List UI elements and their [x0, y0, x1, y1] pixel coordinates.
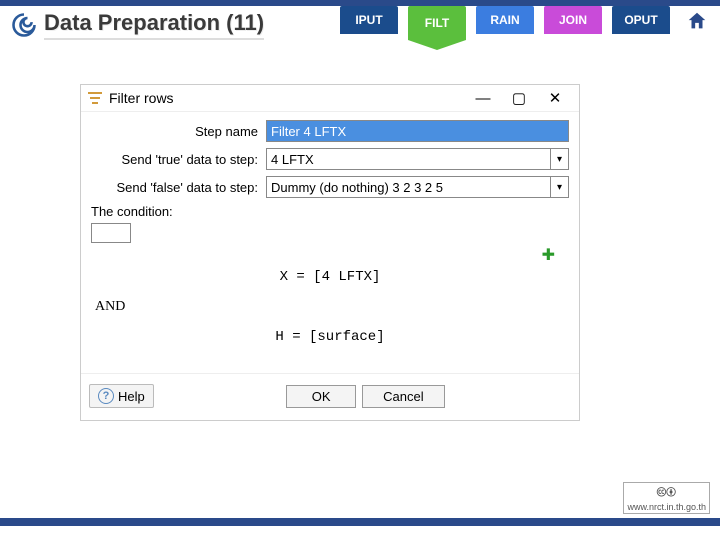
- cancel-button[interactable]: Cancel: [362, 385, 444, 408]
- slide-title: Data Preparation (11): [44, 10, 264, 40]
- tab-rain[interactable]: RAIN: [476, 6, 534, 34]
- chevron-down-icon[interactable]: ▾: [551, 176, 569, 198]
- help-button[interactable]: ? Help: [89, 384, 154, 408]
- condition-label: The condition:: [91, 204, 569, 219]
- cc-icons: 🅭🅯: [657, 484, 676, 502]
- step-name-label: Step name: [91, 124, 266, 139]
- true-target-select[interactable]: [266, 148, 551, 170]
- filter-icon: [87, 90, 103, 106]
- dialog-titlebar: Filter rows — ▢ ✕: [81, 85, 579, 112]
- dialog-title: Filter rows: [109, 90, 465, 106]
- filter-rows-dialog: Filter rows — ▢ ✕ Step name Send 'true' …: [80, 84, 580, 421]
- false-target-label: Send 'false' data to step:: [91, 180, 266, 195]
- cc-license-badge: 🅭🅯 www.nrct.in.th.go.th: [623, 482, 710, 514]
- close-button[interactable]: ✕: [537, 89, 573, 107]
- minimize-button[interactable]: —: [465, 90, 501, 107]
- condition-expression: X = [4 LFTX] AND H = [surface]: [91, 245, 569, 369]
- dialog-body: Step name Send 'true' data to step: ▾ Se…: [81, 112, 579, 373]
- cc-url: www.nrct.in.th.go.th: [627, 502, 706, 512]
- tab-filt[interactable]: FILT: [408, 6, 466, 40]
- expression-line-2: H = [surface]: [91, 329, 569, 345]
- help-icon: ?: [98, 388, 114, 404]
- dialog-footer: ? Help OK Cancel: [81, 373, 579, 420]
- condition-selector[interactable]: [91, 223, 131, 243]
- tab-iput[interactable]: IPUT: [340, 6, 398, 34]
- maximize-button[interactable]: ▢: [501, 89, 537, 107]
- home-icon[interactable]: [686, 10, 708, 32]
- swirl-icon: [10, 11, 38, 39]
- and-operator: AND: [95, 299, 569, 315]
- expression-line-1: X = [4 LFTX]: [91, 269, 569, 285]
- false-target-select[interactable]: [266, 176, 551, 198]
- help-label: Help: [118, 389, 145, 404]
- workflow-tabs: IPUT FILT RAIN JOIN OPUT: [340, 6, 670, 40]
- step-name-input[interactable]: [266, 120, 569, 142]
- add-condition-icon[interactable]: ✚: [542, 245, 555, 265]
- ok-button[interactable]: OK: [286, 385, 356, 408]
- tab-oput[interactable]: OPUT: [612, 6, 670, 34]
- page-footer-bar: [0, 518, 720, 540]
- tab-join[interactable]: JOIN: [544, 6, 602, 34]
- slide-header: Data Preparation (11) IPUT FILT RAIN JOI…: [0, 6, 720, 40]
- chevron-down-icon[interactable]: ▾: [551, 148, 569, 170]
- true-target-label: Send 'true' data to step:: [91, 152, 266, 167]
